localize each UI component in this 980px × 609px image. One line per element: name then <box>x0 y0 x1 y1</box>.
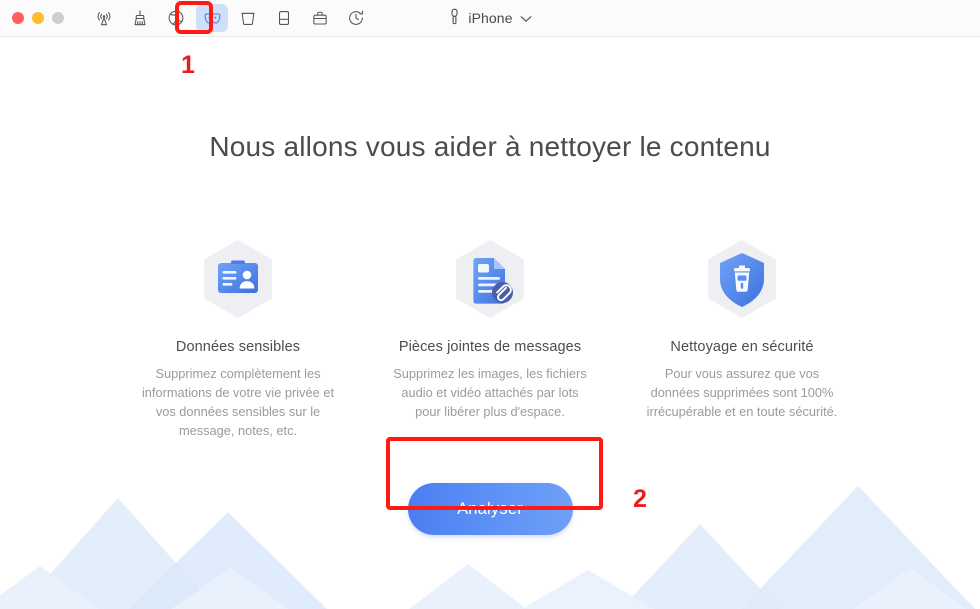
feature-card-title: Nettoyage en sécurité <box>670 339 814 355</box>
annotation-step-1: 1 <box>181 51 195 79</box>
toolbar-item-cleaner[interactable] <box>124 4 156 32</box>
clock-history-icon <box>346 8 366 28</box>
annotation-step-2: 2 <box>633 485 647 513</box>
device-selector[interactable]: iPhone <box>410 0 570 36</box>
analyze-button[interactable]: Analyser <box>407 483 573 535</box>
close-button[interactable] <box>12 12 24 24</box>
feature-card-message-attachments: Pièces jointes de messages Supprimez les… <box>371 233 609 421</box>
feature-card-description: Supprimez complètement les informations … <box>141 366 335 438</box>
title-bar: iPhone <box>0 0 980 37</box>
minimize-button[interactable] <box>32 12 44 24</box>
app-window: iPhone Nous allons vous aider à nettoyer… <box>0 0 980 609</box>
toolbar-item-bucket[interactable] <box>232 4 264 32</box>
toolkit-case-icon <box>310 8 330 28</box>
toolbar-item-transfer[interactable] <box>88 4 120 32</box>
feature-card-title: Pièces jointes de messages <box>398 339 582 355</box>
id-card-person-icon <box>192 233 284 325</box>
toolbar <box>86 4 374 32</box>
toolbar-item-device[interactable] <box>268 4 300 32</box>
cta-container: Analyser <box>0 483 980 535</box>
airdrop-transfer-icon <box>94 8 114 28</box>
feature-card-sensitive-data: Données sensibles Supprimez complètement… <box>119 233 357 440</box>
page-title: Nous allons vous aider à nettoyer le con… <box>209 131 771 162</box>
bucket-trash-icon <box>238 8 258 28</box>
feature-card-secure-cleanup: Nettoyage en sécurité Pour vous assurez … <box>623 233 861 421</box>
feature-cards: Données sensibles Supprimez complètement… <box>0 233 980 440</box>
shield-trash-icon <box>696 233 788 325</box>
globe-eraser-icon <box>166 8 186 28</box>
lightning-connector-icon <box>448 8 461 28</box>
broom-cleaner-icon <box>130 8 150 28</box>
toolbar-item-toolkit[interactable] <box>304 4 336 32</box>
device-name-label: iPhone <box>468 10 513 26</box>
main-content: Nous allons vous aider à nettoyer le con… <box>0 37 980 609</box>
traffic-lights <box>0 12 64 24</box>
privacy-mask-icon <box>202 8 223 29</box>
toolbar-item-eraser[interactable] <box>160 4 192 32</box>
feature-card-description: Supprimez les images, les fichiers audio… <box>393 366 587 419</box>
chevron-down-icon[interactable] <box>520 10 532 26</box>
feature-card-title: Données sensibles <box>175 339 301 355</box>
toolbar-item-history[interactable] <box>340 4 372 32</box>
document-paperclip-icon <box>444 233 536 325</box>
device-book-icon <box>274 8 294 28</box>
toolbar-item-privacy[interactable] <box>196 4 228 32</box>
zoom-button[interactable] <box>52 12 64 24</box>
feature-card-description: Pour vous assurez que vos données suppri… <box>646 366 838 419</box>
